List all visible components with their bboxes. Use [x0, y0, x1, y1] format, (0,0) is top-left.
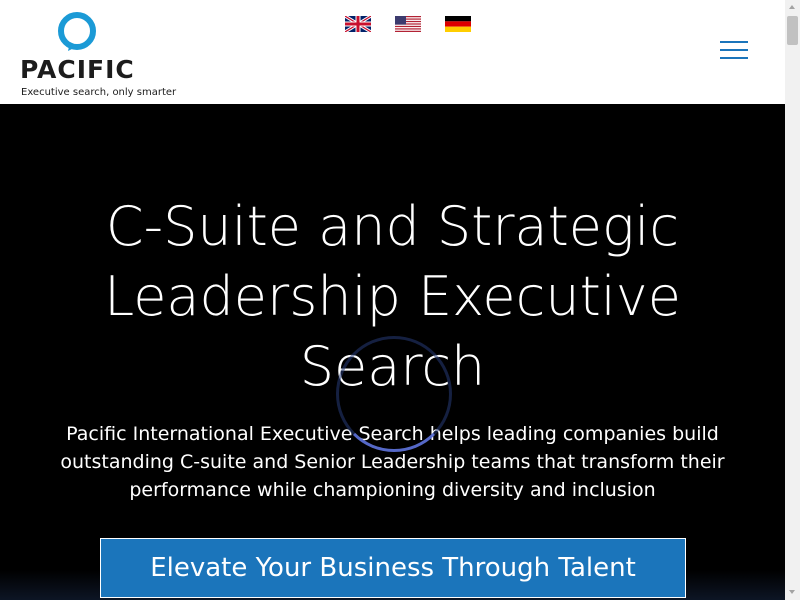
- scroll-down-arrow-icon[interactable]: [785, 585, 800, 600]
- loading-spinner-icon: [336, 336, 452, 452]
- hamburger-menu-icon[interactable]: [720, 41, 748, 61]
- pacific-logo-mark-icon: [58, 12, 96, 51]
- elevate-business-button[interactable]: Elevate Your Business Through Talent: [100, 538, 686, 598]
- hero-title-line: Leadership Executive: [104, 265, 681, 328]
- logo-wordmark: PACIFIC: [20, 55, 135, 84]
- site-header: PACIFIC Executive search, only smarter: [0, 0, 785, 104]
- hero-title-line: C-Suite and Strategic: [105, 195, 680, 258]
- germany-flag-icon[interactable]: [445, 16, 471, 32]
- logo-tagline: Executive search, only smarter: [21, 87, 177, 98]
- vertical-scrollbar[interactable]: [785, 0, 800, 600]
- us-flag-icon[interactable]: [395, 16, 421, 32]
- hero-section: C-Suite and Strategic Leadership Executi…: [0, 104, 785, 600]
- pacific-logo[interactable]: PACIFIC Executive search, only smarter: [20, 11, 176, 101]
- uk-flag-icon[interactable]: [345, 16, 371, 32]
- scrollbar-thumb[interactable]: [787, 16, 798, 45]
- scroll-up-arrow-icon[interactable]: [785, 0, 800, 15]
